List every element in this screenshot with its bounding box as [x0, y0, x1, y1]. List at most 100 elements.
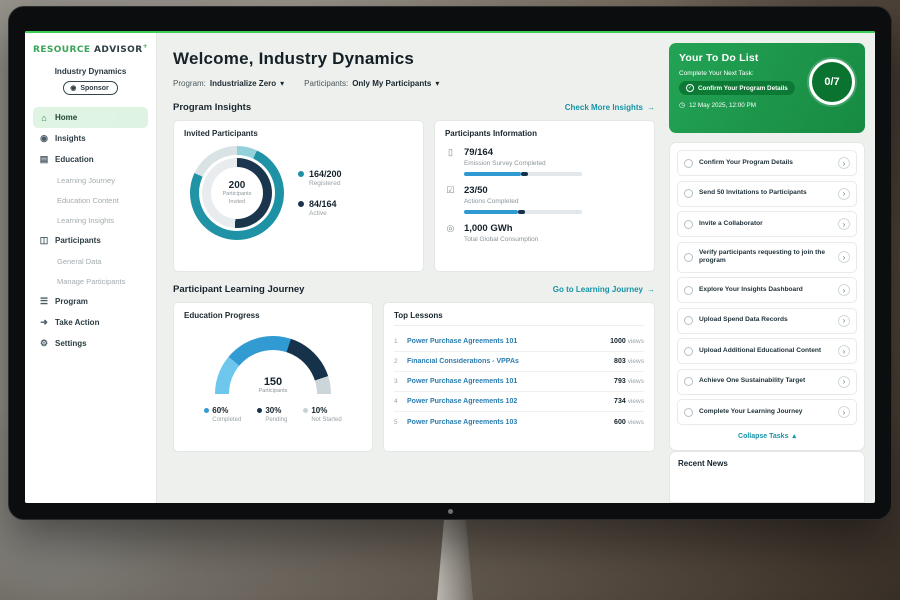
settings-icon	[39, 338, 49, 349]
task-row[interactable]: Explore Your Insights Dashboard	[677, 277, 857, 303]
task-row[interactable]: Upload Spend Data Records	[677, 308, 857, 334]
sidebar-item-settings[interactable]: Settings	[33, 333, 148, 354]
lesson-link[interactable]: Financial Considerations - VPPAs	[407, 358, 607, 365]
power-led	[448, 509, 453, 514]
sidebar-item-learning-insights[interactable]: Learning Insights	[33, 210, 148, 230]
page-title: Welcome, Industry Dynamics	[173, 49, 655, 69]
chevron-right-icon[interactable]	[838, 315, 850, 327]
task-label: Upload Additional Educational Content	[699, 347, 832, 356]
sidebar-item-participants[interactable]: Participants	[33, 230, 148, 251]
next-task-label: Confirm Your Program Details	[698, 85, 788, 92]
chevron-right-icon[interactable]	[838, 284, 850, 296]
sidebar-item-education-content[interactable]: Education Content	[33, 190, 148, 210]
checkbox-icon[interactable]	[684, 377, 693, 386]
learning-journey-header: Participant Learning Journey Go to Learn…	[173, 284, 655, 295]
legend-item-pending: 30% Pending	[257, 406, 287, 423]
legend-value: 84/164	[309, 199, 337, 209]
next-task-pill[interactable]: Confirm Your Program Details	[679, 81, 795, 95]
checkbox-icon[interactable]	[684, 347, 693, 356]
legend-dot	[204, 408, 209, 413]
chevron-right-icon[interactable]	[838, 376, 850, 388]
learning-cards-row: Education Progress 150 Participants	[173, 302, 655, 452]
recent-news-title: Recent News	[678, 459, 856, 468]
lesson-link[interactable]: Power Purchase Agreements 102	[407, 398, 607, 405]
lesson-rank: 3	[394, 378, 400, 385]
check-icon	[686, 84, 694, 92]
task-label: Upload Spend Data Records	[699, 316, 832, 325]
checkbox-icon[interactable]	[684, 286, 693, 295]
task-row[interactable]: Complete Your Learning Journey	[677, 399, 857, 425]
sidebar-item-home[interactable]: Home	[33, 107, 148, 128]
task-row[interactable]: Upload Additional Educational Content	[677, 338, 857, 364]
card-title: Top Lessons	[394, 311, 644, 326]
check-more-insights-link[interactable]: Check More Insights	[565, 103, 655, 112]
chevron-up-icon	[792, 432, 796, 440]
legend-dot	[257, 408, 262, 413]
collapse-tasks-link[interactable]: Collapse Tasks	[677, 432, 857, 440]
progress-bar	[464, 172, 582, 176]
sidebar-item-label: Manage Participants	[57, 277, 125, 286]
sidebar-item-program[interactable]: Program	[33, 291, 148, 312]
task-row[interactable]: Confirm Your Program Details	[677, 150, 857, 176]
gauge-center-value: 150	[215, 376, 331, 388]
chevron-right-icon[interactable]	[838, 218, 850, 230]
checkbox-icon[interactable]	[684, 316, 693, 325]
photo-background: RESOURCE ADVISOR+ Industry Dynamics Spon…	[0, 0, 900, 600]
home-icon	[39, 113, 49, 123]
sidebar-item-general-data[interactable]: General Data	[33, 251, 148, 271]
go-to-learning-journey-link[interactable]: Go to Learning Journey	[553, 285, 655, 294]
checkbox-icon[interactable]	[684, 220, 693, 229]
program-insights-header: Program Insights Check More Insights	[173, 102, 655, 113]
todo-progress-ring: 0/7	[809, 59, 855, 105]
chevron-right-icon[interactable]	[838, 345, 850, 357]
task-label: Complete Your Learning Journey	[699, 408, 832, 417]
sidebar-item-learning-journey[interactable]: Learning Journey	[33, 170, 148, 190]
legend-label: Not Started	[311, 417, 341, 423]
sidebar-item-manage-participants[interactable]: Manage Participants	[33, 271, 148, 291]
insights-cards-row: Invited Participants 200 Participants In…	[173, 120, 655, 272]
monitor-bezel: RESOURCE ADVISOR+ Industry Dynamics Spon…	[8, 6, 892, 520]
checkbox-icon[interactable]	[684, 253, 693, 262]
actions-completed-row: 23/50 Actions Completed	[445, 185, 644, 214]
sidebar-item-label: General Data	[57, 257, 102, 266]
sponsor-badge: Sponsor	[63, 81, 118, 95]
legend-label: Completed	[212, 417, 241, 423]
chevron-down-icon	[280, 79, 284, 88]
sidebar-item-education[interactable]: Education	[33, 149, 148, 170]
task-row[interactable]: Send 50 Invitations to Participants	[677, 181, 857, 207]
program-filter[interactable]: Program: Industrialize Zero	[173, 79, 284, 88]
lesson-link[interactable]: Power Purchase Agreements 101	[407, 378, 607, 385]
task-label: Confirm Your Program Details	[699, 159, 832, 168]
lesson-views: 734views	[614, 398, 644, 405]
task-label: Verify participants requesting to join t…	[699, 249, 832, 266]
sidebar-item-label: Education	[55, 155, 94, 164]
chevron-right-icon[interactable]	[838, 406, 850, 418]
card-title: Invited Participants	[184, 129, 413, 138]
task-label: Invite a Collaborator	[699, 220, 832, 229]
main-content: Welcome, Industry Dynamics Program: Indu…	[157, 31, 669, 503]
checkbox-icon[interactable]	[684, 159, 693, 168]
checkbox-icon[interactable]	[684, 408, 693, 417]
legend-item-active: 84/164 Active	[298, 199, 342, 217]
arrow-right-icon	[647, 285, 655, 294]
task-row[interactable]: Invite a Collaborator	[677, 211, 857, 237]
lesson-link[interactable]: Power Purchase Agreements 101	[407, 338, 603, 345]
checkbox-icon[interactable]	[684, 189, 693, 198]
sidebar-item-insights[interactable]: Insights	[33, 128, 148, 149]
filter-bar: Program: Industrialize Zero Participants…	[173, 79, 655, 88]
chevron-right-icon[interactable]	[838, 157, 850, 169]
lesson-link[interactable]: Power Purchase Agreements 103	[407, 419, 607, 426]
sidebar-item-take-action[interactable]: Take Action	[33, 312, 148, 333]
chevron-right-icon[interactable]	[838, 188, 850, 200]
org-name: Industry Dynamics	[33, 67, 148, 76]
stat-value: 1,000 GWh	[464, 223, 538, 234]
sidebar-nav: Home Insights Education Learning Journey	[33, 107, 148, 354]
donut-center-value: 200	[229, 180, 246, 191]
participants-filter[interactable]: Participants: Only My Participants	[304, 79, 439, 88]
insights-icon	[39, 133, 49, 144]
chevron-right-icon[interactable]	[838, 251, 850, 263]
task-row[interactable]: Verify participants requesting to join t…	[677, 242, 857, 273]
task-row[interactable]: Achieve One Sustainability Target	[677, 369, 857, 395]
participants-filter-value: Only My Participants	[352, 79, 431, 88]
lesson-rank: 1	[394, 338, 400, 345]
